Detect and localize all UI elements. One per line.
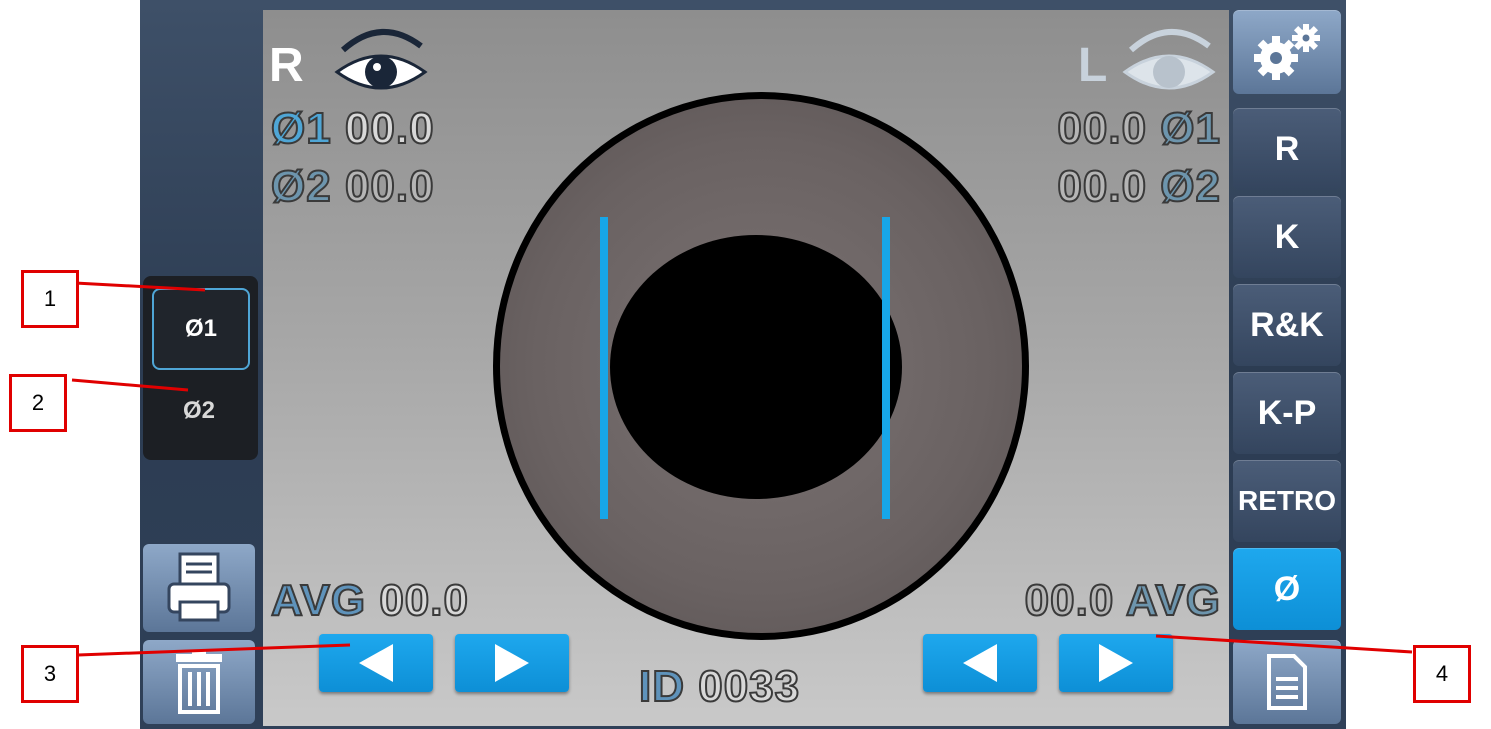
callout-3: 3 (21, 645, 79, 703)
callout-3-label: 3 (43, 661, 57, 686)
callout-1: 1 (21, 270, 79, 328)
callout-2-label: 2 (31, 390, 45, 415)
callout-4: 4 (1413, 645, 1471, 703)
callout-2: 2 (9, 374, 67, 432)
annotation-lines (71, 281, 1413, 657)
callout-1-label: 1 (43, 286, 57, 311)
callout-4-label: 4 (1435, 661, 1449, 686)
